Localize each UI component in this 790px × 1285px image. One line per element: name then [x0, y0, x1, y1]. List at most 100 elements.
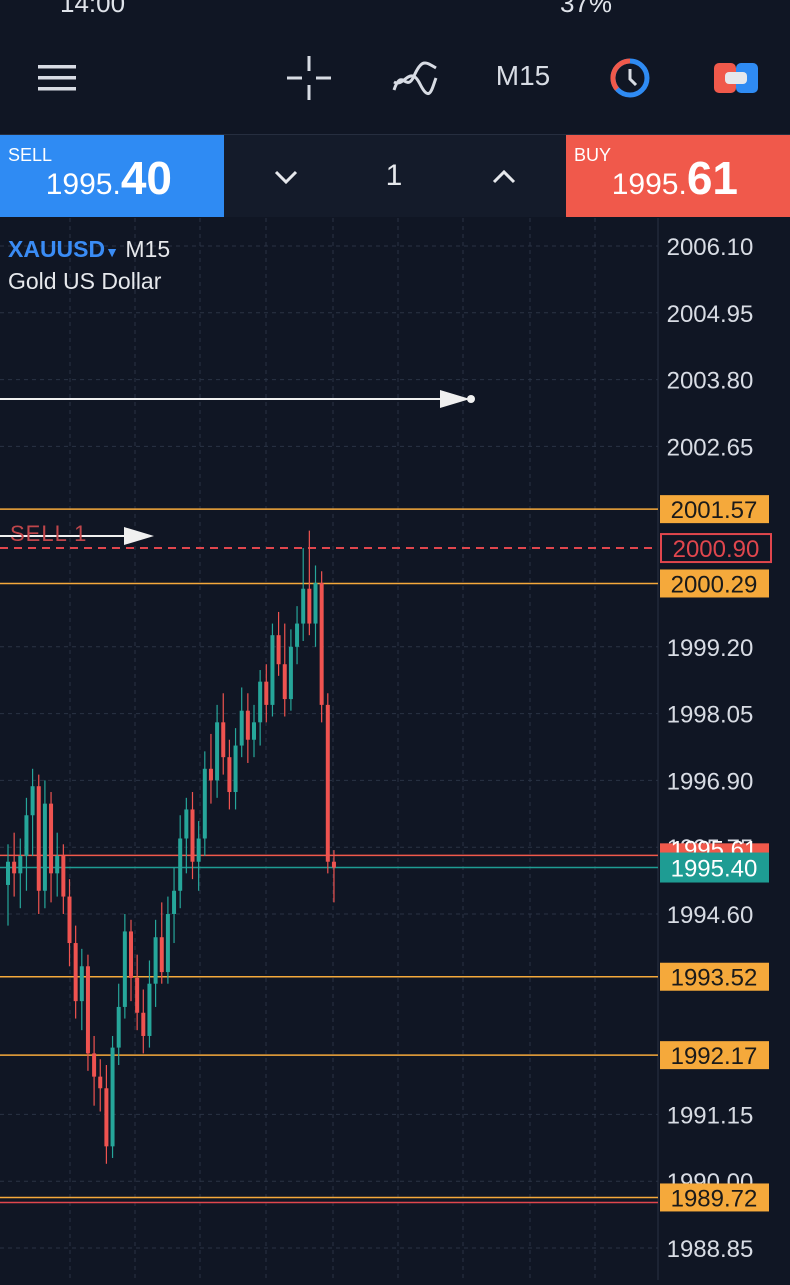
candle-body	[190, 809, 195, 862]
level-price-label: 1993.52	[671, 965, 758, 992]
candle[interactable]	[165, 896, 170, 984]
timeframe-button[interactable]: M15	[478, 60, 568, 92]
candle[interactable]	[196, 821, 201, 891]
candle[interactable]	[282, 623, 287, 717]
candle[interactable]	[24, 797, 29, 891]
candle[interactable]	[325, 693, 330, 874]
trade-panel: SELL 1995.40 1 BUY 1995.61	[0, 135, 790, 217]
candle[interactable]	[116, 983, 121, 1066]
candle-body	[331, 861, 336, 868]
symbol-name[interactable]: XAUUSD	[8, 236, 105, 262]
candle[interactable]	[42, 780, 47, 909]
candle[interactable]	[73, 925, 78, 1019]
arrow-endpoint-handle[interactable]	[467, 395, 475, 403]
trade-toggle-icon[interactable]	[708, 50, 764, 106]
candle[interactable]	[18, 838, 23, 909]
candle-body	[12, 861, 17, 874]
level-price-label: 1992.17	[671, 1043, 758, 1070]
candle[interactable]	[313, 565, 318, 647]
candle[interactable]	[92, 1035, 97, 1106]
candle[interactable]	[55, 832, 60, 897]
arrow-head-icon[interactable]	[440, 390, 470, 408]
sell-arrow-head-icon[interactable]	[124, 527, 154, 545]
bid-price-label: 1995.40	[671, 856, 758, 883]
candle[interactable]	[110, 1035, 115, 1158]
hamburger-menu-icon[interactable]	[30, 50, 86, 106]
candle[interactable]	[252, 704, 256, 758]
candle-body	[288, 646, 293, 700]
candle-body	[282, 664, 287, 700]
candle[interactable]	[208, 733, 213, 804]
top-toolbar: M15	[0, 20, 790, 135]
candle-body	[116, 1006, 121, 1048]
candle[interactable]	[30, 768, 35, 856]
buy-label: BUY	[574, 145, 612, 165]
candle-body	[129, 931, 133, 978]
candle[interactable]	[258, 670, 263, 746]
candle[interactable]	[67, 879, 72, 967]
quantity-value[interactable]: 1	[354, 159, 434, 193]
candle-body	[233, 745, 238, 793]
sell-button[interactable]: SELL 1995.40	[0, 135, 224, 217]
candle-body	[147, 983, 152, 1036]
price-chart[interactable]: 2006.10 2004.95 2003.80 2002.65 1999.20 1998.…	[0, 218, 790, 1280]
candle-body	[184, 809, 189, 839]
candle[interactable]	[159, 902, 164, 984]
sell-price: 1995.40	[45, 152, 172, 204]
candle-body	[55, 855, 60, 874]
candle[interactable]	[270, 623, 275, 717]
candle[interactable]	[85, 954, 90, 1071]
candle[interactable]	[221, 693, 226, 775]
candle[interactable]	[233, 728, 238, 810]
candle-body	[196, 838, 201, 862]
buy-button[interactable]: BUY 1995.61	[566, 135, 790, 217]
indicators-icon[interactable]	[387, 50, 443, 106]
candle-body	[85, 966, 90, 1054]
status-time: 14:00	[60, 0, 126, 18]
candle[interactable]	[129, 919, 133, 1002]
candle[interactable]	[190, 792, 195, 880]
candle[interactable]	[202, 751, 207, 856]
clock-timer-icon[interactable]	[602, 50, 658, 106]
candle[interactable]	[122, 914, 127, 1019]
candle[interactable]	[104, 1065, 109, 1164]
candle-body	[24, 815, 29, 856]
candle[interactable]	[215, 704, 220, 798]
candle[interactable]	[172, 867, 177, 944]
candle[interactable]	[227, 739, 232, 810]
candle-body	[239, 710, 244, 746]
candle-body	[79, 966, 84, 1002]
candle[interactable]	[295, 606, 300, 665]
chevron-up-icon[interactable]	[484, 157, 524, 197]
candle[interactable]	[301, 548, 306, 641]
candle[interactable]	[141, 989, 146, 1054]
candle-body	[67, 896, 72, 944]
candle[interactable]	[147, 960, 152, 1048]
candle-body	[276, 635, 281, 665]
candle[interactable]	[239, 687, 244, 758]
sell-order-label[interactable]: SELL 1	[10, 521, 87, 547]
chart-symbol-header[interactable]: XAUUSD▼ M15	[8, 236, 170, 263]
candle-body	[18, 855, 23, 874]
crosshair-icon[interactable]	[281, 50, 337, 106]
candle[interactable]	[6, 844, 10, 926]
candle[interactable]	[276, 611, 281, 676]
caret-down-icon[interactable]: ▼	[105, 244, 119, 260]
candle-body	[307, 588, 312, 624]
candle[interactable]	[98, 1059, 103, 1112]
candle[interactable]	[319, 571, 324, 723]
candle-body	[110, 1047, 115, 1147]
candle[interactable]	[184, 797, 189, 874]
candle[interactable]	[288, 629, 293, 711]
candle[interactable]	[79, 948, 84, 1031]
candle[interactable]	[178, 815, 183, 909]
candle[interactable]	[135, 954, 140, 1031]
chevron-down-icon[interactable]	[266, 157, 306, 197]
candle[interactable]	[12, 832, 17, 897]
candle[interactable]	[153, 919, 158, 1007]
candle[interactable]	[49, 792, 54, 903]
candle[interactable]	[36, 774, 41, 914]
y-tick-label: 1998.05	[667, 702, 754, 729]
candle[interactable]	[245, 693, 250, 763]
chart-canvas[interactable]: 2006.10 2004.95 2003.80 2002.65 1999.20 1998.…	[0, 218, 790, 1280]
